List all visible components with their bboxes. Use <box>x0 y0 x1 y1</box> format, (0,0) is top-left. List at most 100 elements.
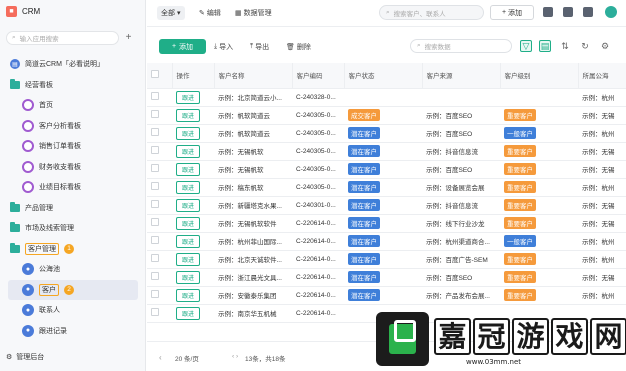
row-checkbox[interactable] <box>151 218 159 226</box>
column-header[interactable]: 客户来源 <box>422 63 501 89</box>
row-select-cell[interactable] <box>147 304 172 323</box>
avatar[interactable] <box>605 6 617 18</box>
data-manage-button[interactable]: ▦ 数据管理 <box>235 8 272 18</box>
row-checkbox[interactable] <box>151 200 159 208</box>
export-button[interactable]: ⤒ 导出 <box>250 42 269 52</box>
table-row[interactable]: 跟进 示例：安徽泰乐集团 C-220614-0... 潜在客户 示例：产品发布会展...… <box>147 286 626 305</box>
row-select-cell[interactable] <box>147 160 172 179</box>
row-checkbox[interactable] <box>151 290 159 298</box>
sidebar-item[interactable]: 销售订单看板 <box>0 136 146 157</box>
refresh-icon[interactable]: ↻ <box>579 40 591 52</box>
add-app-button[interactable]: + <box>123 31 134 45</box>
delete-button[interactable]: 🗑 删除 <box>286 42 311 52</box>
sidebar-item[interactable]: 经营看板 <box>0 75 146 96</box>
column-header[interactable]: 客户级别 <box>500 63 579 89</box>
follow-up-button[interactable]: 跟进 <box>176 198 201 212</box>
sidebar-item[interactable]: ● 公海池 <box>0 259 146 280</box>
global-search-input[interactable]: ⌕ 搜索客户、联系人 <box>379 5 484 20</box>
scope-dropdown[interactable]: 全部 ▾ <box>157 6 185 20</box>
table-row[interactable]: 跟进 示例：无锡帆软 C-240305-0... 潜在客户 示例：百度SEO 重要客户 示例… <box>147 160 626 179</box>
select-all-checkbox[interactable] <box>151 70 159 79</box>
table-row[interactable]: 跟进 示例：新疆塔克水果... C-240301-0... 潜在客户 示例：抖音信息流重… <box>147 196 626 215</box>
notification-icon[interactable] <box>563 7 573 17</box>
sidebar-item[interactable]: 财务收支看板 <box>0 157 146 178</box>
sidebar-item[interactable]: 市场及线索管理 <box>0 218 146 239</box>
follow-up-button[interactable]: 跟进 <box>176 306 201 320</box>
table-row[interactable]: 跟进 示例：北京简道云小... C-240328-0... 示例：杭州 <box>147 88 626 107</box>
follow-up-button[interactable]: 跟进 <box>176 234 201 248</box>
sidebar-item[interactable]: ▤ 简道云CRM「必看说明」 <box>0 54 146 75</box>
table-row[interactable]: 跟进 示例：稿东帆软 C-240305-0... 潜在客户 示例：设备展览会展 重要客户 示… <box>147 178 626 197</box>
chevron-left-icon[interactable]: ‹ <box>159 353 162 362</box>
row-checkbox[interactable] <box>151 272 159 280</box>
row-checkbox[interactable] <box>151 110 159 118</box>
row-select-cell[interactable] <box>147 232 172 251</box>
row-checkbox[interactable] <box>151 254 159 262</box>
sidebar-item[interactable]: ● 客户 2 <box>8 279 138 300</box>
column-header[interactable]: 客户名称 <box>214 63 293 89</box>
message-icon[interactable] <box>583 7 593 17</box>
row-select-cell[interactable] <box>147 106 172 125</box>
follow-up-button[interactable]: 跟进 <box>176 270 201 284</box>
app-search-input[interactable]: ⌕ 输入应用搜索 <box>6 31 119 45</box>
row-checkbox[interactable] <box>151 128 159 136</box>
row-select-cell[interactable] <box>147 196 172 215</box>
add-record-button[interactable]: + 添加 <box>159 39 206 54</box>
column-header[interactable]: 操作 <box>172 63 215 89</box>
follow-up-button[interactable]: 跟进 <box>176 90 201 104</box>
row-checkbox[interactable] <box>151 164 159 172</box>
table-row[interactable]: 跟进 示例：帆软简道云 C-240305-0... 潜在客户 示例：百度SEO 一般客户 示… <box>147 124 626 143</box>
row-select-cell[interactable] <box>147 178 172 197</box>
follow-up-button[interactable]: 跟进 <box>176 288 201 302</box>
sidebar-item[interactable]: 客户分析看板 <box>0 116 146 137</box>
table-search-input[interactable]: ⌕ 搜索数据 <box>410 39 512 53</box>
admin-link[interactable]: ⚙ 管理后台 <box>6 352 44 362</box>
edit-button[interactable]: ✎ 编辑 <box>199 8 221 18</box>
row-select-cell[interactable] <box>147 124 172 143</box>
row-checkbox[interactable] <box>151 308 159 316</box>
column-header[interactable]: 客户编码 <box>292 63 345 89</box>
follow-up-button[interactable]: 跟进 <box>176 126 201 140</box>
row-select-cell[interactable] <box>147 286 172 305</box>
table-row[interactable]: 跟进 示例：杭州菲山国际... C-220614-0... 潜在客户 示例：杭州渠道商合… <box>147 232 626 251</box>
follow-up-button[interactable]: 跟进 <box>176 162 201 176</box>
table-row[interactable]: 跟进 示例：帆软简道云 C-240305-0... 成交客户 示例：百度SEO 重要客户 示… <box>147 106 626 125</box>
import-button[interactable]: ⤓ 导入 <box>214 42 233 52</box>
top-add-button[interactable]: + 添加 <box>490 5 534 20</box>
sidebar-item[interactable]: 产品管理 <box>0 198 146 219</box>
sidebar-item[interactable]: ● 跟进记录 <box>0 321 146 342</box>
select-all-cell[interactable] <box>147 63 173 89</box>
filter-icon[interactable]: ▽ <box>520 40 532 52</box>
table-row[interactable]: 跟进 示例：无锡帆软 C-240305-0... 潜在客户 示例：抖音信息流 重要客户 示例… <box>147 142 626 161</box>
row-select-cell[interactable] <box>147 250 172 269</box>
follow-up-button[interactable]: 跟进 <box>176 144 201 158</box>
row-checkbox[interactable] <box>151 182 159 190</box>
follow-up-button[interactable]: 跟进 <box>176 252 201 266</box>
apps-icon[interactable] <box>543 7 553 17</box>
sidebar-item[interactable]: 业绩目标看板 <box>0 177 146 198</box>
row-checkbox[interactable] <box>151 92 159 100</box>
row-select-cell[interactable] <box>147 142 172 161</box>
row-select-cell[interactable] <box>147 88 172 107</box>
follow-up-button[interactable]: 跟进 <box>176 180 201 194</box>
sidebar-item[interactable]: ● 联系人 <box>0 300 146 321</box>
row-select-cell[interactable] <box>147 268 172 287</box>
row-checkbox[interactable] <box>151 236 159 244</box>
table-row[interactable]: 跟进 示例：无锡帆软软件 C-220614-0... 潜在客户 示例：线下行业沙龙 重要客… <box>147 214 626 233</box>
row-checkbox[interactable] <box>151 146 159 154</box>
follow-up-button[interactable]: 跟进 <box>176 108 201 122</box>
table-row[interactable]: 跟进 示例：北京天诚软件... C-220614-0... 潜在客户 示例：百度广告-S… <box>147 250 626 269</box>
follow-up-button[interactable]: 跟进 <box>176 216 201 230</box>
sidebar-item[interactable]: 首页 <box>0 95 146 116</box>
settings-icon[interactable]: ⚙ <box>599 40 611 52</box>
page-nav[interactable]: ‹ › <box>232 353 238 360</box>
app-logo[interactable]: ■ CRM <box>6 6 40 17</box>
sidebar-item[interactable]: 客户管理 1 <box>0 239 146 260</box>
column-header[interactable]: 客户状态 <box>344 63 423 89</box>
column-header[interactable]: 所属公海 <box>578 63 626 89</box>
row-select-cell[interactable] <box>147 214 172 233</box>
sort-icon[interactable]: ⇅ <box>559 40 571 52</box>
view-icon[interactable]: ▤ <box>539 40 551 52</box>
table-row[interactable]: 跟进 示例：浙江晨光文具... C-220614-0... 潜在客户 示例：百度SEO 重… <box>147 268 626 287</box>
page-size-select[interactable]: 20 条/页 <box>175 353 199 363</box>
